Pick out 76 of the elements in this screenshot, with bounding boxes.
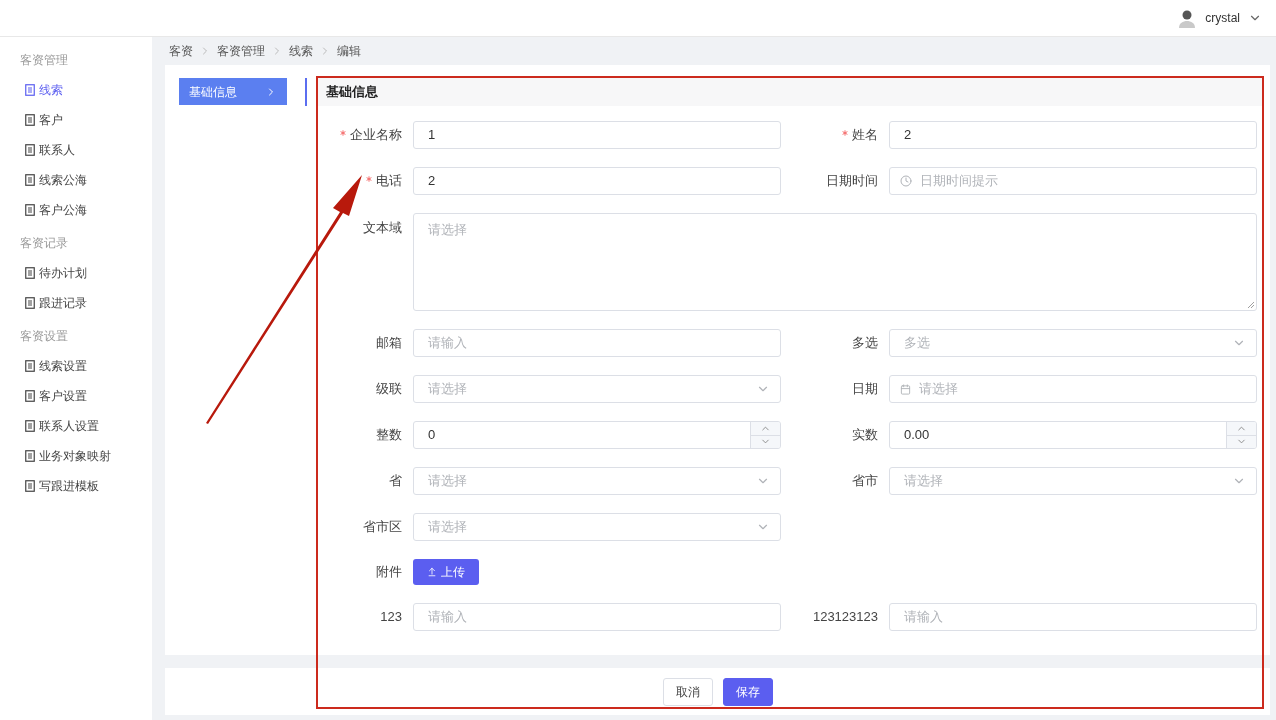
field-label: 实数 <box>852 426 878 445</box>
asterisk-icon <box>340 129 346 136</box>
field-label: 日期时间 <box>826 172 878 191</box>
document-icon <box>25 480 35 492</box>
breadcrumb-item[interactable]: 客资 <box>169 42 193 60</box>
field-label: 电话 <box>376 172 402 191</box>
text-field[interactable]: 2 <box>413 167 781 195</box>
field-label: 省市 <box>852 472 878 491</box>
breadcrumb-item[interactable]: 客资管理 <box>217 42 265 60</box>
sidebar-item[interactable]: 线索公海 <box>0 165 152 195</box>
breadcrumb-item: 编辑 <box>337 43 361 60</box>
field-label: 日期 <box>852 380 878 399</box>
upload-icon <box>427 567 437 577</box>
sidebar-item[interactable]: 待办计划 <box>0 258 152 288</box>
document-icon <box>25 390 35 402</box>
text-field[interactable]: 2 <box>889 121 1257 149</box>
upload-button[interactable]: 上传 <box>413 559 479 585</box>
asterisk-icon <box>366 175 372 182</box>
field-label: 企业名称 <box>350 126 402 145</box>
sidebar-item[interactable]: 联系人设置 <box>0 411 152 441</box>
document-icon <box>25 84 35 96</box>
number-value: 0 <box>428 426 436 445</box>
field-label: 级联 <box>376 380 402 399</box>
sidebar-group-title: 客资管理 <box>19 52 69 69</box>
document-icon <box>25 360 35 372</box>
placeholder-text: 日期时间提示 <box>920 172 998 191</box>
sidebar-item[interactable]: 写跟进模板 <box>0 471 152 501</box>
resize-handle-icon <box>1247 301 1254 308</box>
calendar-icon <box>900 383 911 395</box>
placeholder-text: 请选择 <box>919 380 958 399</box>
sidebar-group-title: 客资记录 <box>19 235 69 252</box>
field-label: 邮箱 <box>376 334 402 353</box>
number-value: 0.00 <box>904 426 930 445</box>
field-label: 123 <box>380 608 402 627</box>
sidebar-item[interactable]: 客户设置 <box>0 381 152 411</box>
text-field[interactable]: 1 <box>413 121 781 149</box>
section-tab[interactable]: 基础信息 <box>179 78 287 105</box>
section-header: 基础信息 <box>318 78 1262 106</box>
placeholder-text: 请选择 <box>428 380 467 399</box>
field-label: 多选 <box>852 334 878 353</box>
field-label: 姓名 <box>852 126 878 145</box>
field-label: 省市区 <box>363 518 402 537</box>
sidebar-item[interactable]: 联系人 <box>0 135 152 165</box>
sidebar-item[interactable]: 线索设置 <box>0 351 152 381</box>
clock-icon <box>900 175 912 187</box>
number-field[interactable]: 0.00 <box>889 421 1257 449</box>
asterisk-icon <box>842 129 848 136</box>
field-label: 123123123 <box>812 608 878 627</box>
save-button[interactable]: 保存 <box>722 677 773 706</box>
field-label: 省 <box>389 472 402 491</box>
field-label: 附件 <box>376 563 402 582</box>
avatar-icon <box>1177 8 1198 28</box>
document-icon <box>25 174 35 186</box>
field-label: 文本域 <box>363 219 402 237</box>
document-icon <box>25 204 35 216</box>
cancel-button[interactable]: 取消 <box>662 677 713 706</box>
user-name[interactable]: crystal <box>1205 9 1240 27</box>
document-icon <box>25 297 35 309</box>
sidebar-item[interactable]: 业务对象映射 <box>0 441 152 471</box>
field-label: 整数 <box>376 426 402 445</box>
document-icon <box>25 267 35 279</box>
sidebar-item[interactable]: 客户公海 <box>0 195 152 225</box>
document-icon <box>25 114 35 126</box>
document-icon <box>25 144 35 156</box>
placeholder-text: 请选择 <box>428 518 467 537</box>
document-icon <box>25 420 35 432</box>
placeholder-text: 请选择 <box>904 472 943 491</box>
breadcrumb-item[interactable]: 线索 <box>289 42 313 60</box>
sidebar-item[interactable]: 客户 <box>0 105 152 135</box>
sidebar-item[interactable]: 跟进记录 <box>0 288 152 318</box>
placeholder-text: 请选择 <box>428 472 467 491</box>
placeholder-text: 多选 <box>904 334 930 353</box>
number-field[interactable]: 0 <box>413 421 781 449</box>
document-icon <box>25 450 35 462</box>
sidebar-group-title: 客资设置 <box>19 328 69 345</box>
sidebar-item[interactable]: 线索 <box>0 75 152 105</box>
